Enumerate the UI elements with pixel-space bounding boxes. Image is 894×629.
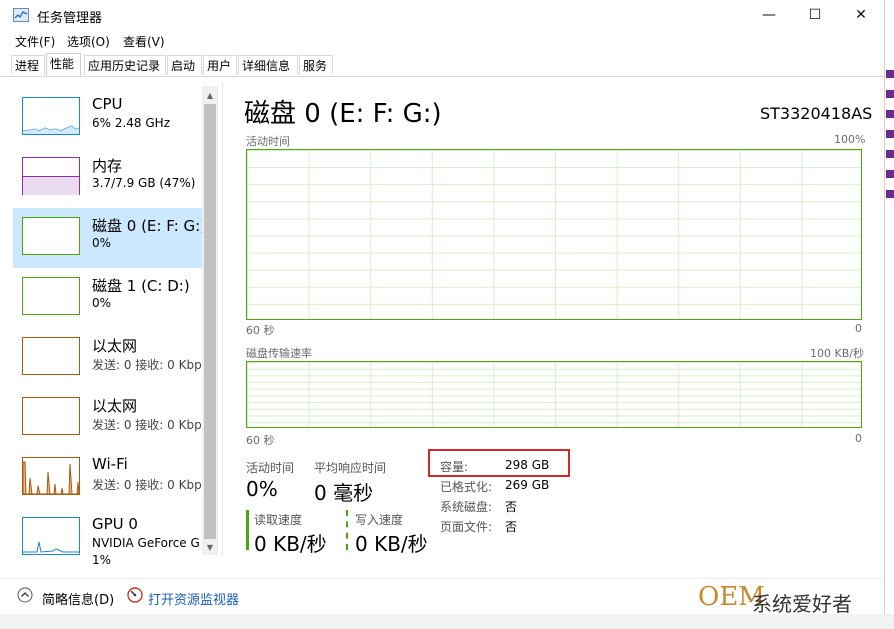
- active-time-label: 活动时间: [246, 461, 295, 475]
- sidebar-item-title: 磁盘 0 (E: F: G:): [92, 217, 202, 235]
- activity-graph-max: 100%: [834, 133, 866, 146]
- activity-graph-time: 60 秒: [246, 324, 275, 337]
- write-speed-marker: [346, 510, 348, 550]
- formatted-label: 已格式化:: [440, 480, 493, 494]
- sidebar-item-detail-2: 1%: [92, 553, 112, 567]
- background-file-icon: [886, 150, 894, 158]
- transfer-graph-label: 磁盘传输速率: [246, 347, 312, 360]
- transfer-rate-graph: [246, 361, 862, 428]
- write-speed-value: 0 KB/秒: [355, 532, 428, 556]
- transfer-graph-min: 0: [855, 432, 862, 445]
- disk-model: ST3320418AS: [760, 104, 873, 123]
- scroll-up-icon[interactable]: ▲: [202, 88, 218, 104]
- page-file-value: 否: [505, 520, 518, 534]
- sidebar-item-detail: 发送: 0 接收: 0 Kbp: [92, 358, 202, 372]
- transfer-graph-max: 100 KB/秒: [810, 347, 864, 360]
- sidebar-item-title: 以太网: [92, 397, 138, 415]
- tab-users[interactable]: 用户: [203, 55, 237, 75]
- capacity-value: 298 GB: [505, 458, 550, 472]
- wifi-thumbnail: [22, 457, 80, 495]
- ethernet-2-thumbnail: [22, 397, 80, 435]
- tab-app-history[interactable]: 应用历史记录: [84, 55, 166, 75]
- activity-time-graph: [246, 149, 862, 320]
- chevron-up-icon[interactable]: [17, 587, 33, 603]
- minimize-button[interactable]: —: [746, 0, 792, 30]
- system-disk-value: 否: [505, 500, 518, 514]
- sidebar-item-detail: 6% 2.48 GHz: [92, 116, 171, 130]
- fewer-details-button[interactable]: 简略信息(D): [42, 589, 114, 608]
- menu-options[interactable]: 选项(O): [67, 33, 110, 50]
- page-file-label: 页面文件:: [440, 520, 493, 534]
- task-manager-icon: [13, 8, 29, 22]
- avg-response-value: 0 毫秒: [314, 481, 374, 505]
- system-disk-label: 系统磁盘:: [440, 500, 493, 514]
- capacity-label: 容量:: [440, 460, 469, 474]
- write-speed-label: 写入速度: [355, 513, 404, 527]
- cpu-thumbnail: [22, 97, 80, 135]
- maximize-button[interactable]: ☐: [792, 0, 838, 30]
- tab-processes[interactable]: 进程: [11, 55, 45, 75]
- formatted-value: 269 GB: [505, 478, 550, 492]
- background-file-icon: [886, 70, 894, 78]
- sidebar-item-detail: 0%: [92, 236, 112, 250]
- memory-thumbnail: [22, 157, 80, 195]
- disk-1-thumbnail: [22, 277, 80, 315]
- watermark-text: 系统爱好者: [752, 592, 852, 616]
- tab-performance[interactable]: 性能: [46, 53, 81, 76]
- sidebar-item-detail: NVIDIA GeForce G: [92, 536, 200, 550]
- tab-startup[interactable]: 启动: [167, 55, 202, 75]
- menu-file[interactable]: 文件(F): [15, 33, 55, 50]
- transfer-graph-time: 60 秒: [246, 434, 275, 447]
- sidebar-item-title: Wi-Fi: [92, 455, 128, 473]
- disk-0-thumbnail: [22, 217, 80, 255]
- sidebar-item-title: GPU 0: [92, 515, 138, 533]
- active-time-value: 0%: [246, 477, 278, 501]
- sidebar-item-detail: 3.7/7.9 GB (47%): [92, 176, 196, 190]
- disk-heading: 磁盘 0 (E: F: G:): [244, 99, 442, 129]
- sidebar-item-title: 以太网: [92, 337, 138, 355]
- open-resource-monitor-link[interactable]: 打开资源监视器: [148, 589, 239, 608]
- gpu-thumbnail: [22, 517, 80, 555]
- sidebar-item-detail: 0%: [92, 296, 112, 310]
- read-speed-value: 0 KB/秒: [254, 532, 327, 556]
- sidebar-item-detail: 发送: 0 接收: 0 Kbp: [92, 418, 202, 432]
- sidebar-item-title: CPU: [92, 95, 123, 113]
- scroll-down-icon[interactable]: ▼: [202, 540, 218, 556]
- tab-services[interactable]: 服务: [299, 55, 333, 75]
- sidebar-item-title: 磁盘 1 (C: D:): [92, 277, 190, 295]
- tab-details[interactable]: 详细信息: [238, 55, 298, 75]
- read-speed-label: 读取速度: [254, 513, 303, 527]
- background-file-icon: [886, 190, 894, 198]
- avg-response-label: 平均响应时间: [314, 461, 387, 475]
- sidebar-item-title: 内存: [92, 157, 123, 175]
- ethernet-thumbnail: [22, 337, 80, 375]
- panel-divider: [222, 82, 223, 556]
- sidebar-item-detail: 发送: 0 接收: 0 Kbp: [92, 478, 202, 492]
- read-speed-marker: [246, 510, 249, 550]
- window-title: 任务管理器: [37, 11, 103, 26]
- activity-graph-min: 0: [855, 322, 862, 335]
- resource-monitor-icon[interactable]: [127, 587, 143, 603]
- background-file-icon: [886, 130, 894, 138]
- background-file-icon: [886, 110, 894, 118]
- menu-view[interactable]: 查看(V): [123, 33, 165, 50]
- close-button[interactable]: ✕: [838, 0, 884, 30]
- activity-graph-label: 活动时间: [246, 135, 290, 148]
- background-file-icon: [886, 90, 894, 98]
- background-file-icon: [886, 170, 894, 178]
- scrollbar-thumb[interactable]: [204, 104, 216, 539]
